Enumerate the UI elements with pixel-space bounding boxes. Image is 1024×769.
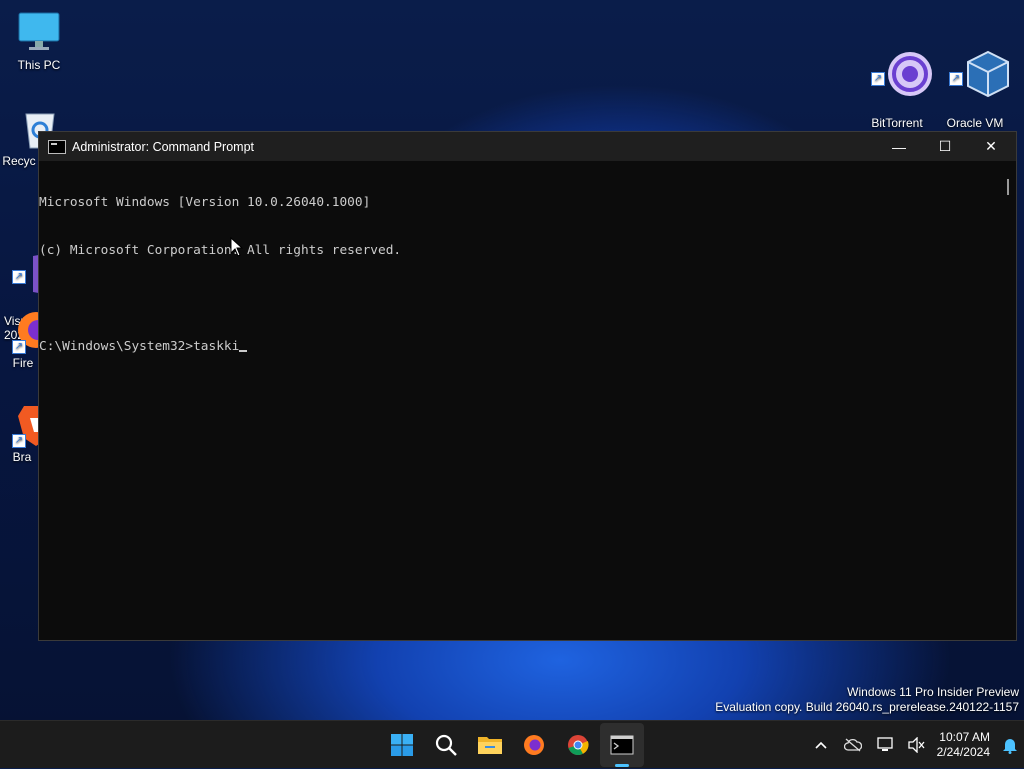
close-button[interactable]: ✕ — [968, 132, 1014, 161]
onedrive-button[interactable] — [837, 721, 869, 769]
desktop-icon-label: This PC — [17, 58, 61, 72]
shortcut-arrow-icon: ↗ — [12, 340, 26, 354]
vertical-scrollbar[interactable] — [1000, 161, 1016, 640]
firefox-icon — [524, 735, 544, 755]
firefox-taskbar-button[interactable] — [512, 723, 556, 767]
taskbar: 10:07 AM 2/24/2024 — [0, 720, 1024, 768]
file-explorer-button[interactable] — [468, 723, 512, 767]
console-line: (c) Microsoft Corporation. All rights re… — [39, 243, 402, 258]
command-prompt-taskbar-button[interactable] — [600, 723, 644, 767]
mouse-pointer-icon — [230, 237, 244, 257]
cmd-icon — [48, 139, 66, 154]
title-bar[interactable]: Administrator: Command Prompt — ☐ ✕ — [39, 132, 1016, 161]
volume-button[interactable] — [901, 721, 933, 769]
clock[interactable]: 10:07 AM 2/24/2024 — [933, 730, 996, 760]
minimize-button[interactable]: — — [876, 132, 922, 161]
folder-icon — [478, 737, 502, 754]
windows-logo-icon — [391, 734, 413, 756]
system-tray: 10:07 AM 2/24/2024 — [805, 721, 1024, 769]
shortcut-arrow-icon: ↗ — [949, 72, 963, 86]
desktop-icon-this-pc[interactable]: This PC — [0, 10, 79, 72]
virtualbox-icon: ↗ — [949, 36, 1010, 98]
console-prompt-line[interactable]: C:\Windows\System32>taskki — [39, 339, 1000, 355]
text-cursor — [239, 350, 248, 352]
notifications-button[interactable] — [996, 721, 1024, 769]
shortcut-arrow-icon: ↗ — [871, 72, 885, 86]
watermark-edition: Windows 11 Pro Insider Preview — [847, 685, 1019, 699]
console-input-text[interactable]: C:\Windows\System32>taskki — [39, 339, 239, 354]
network-button[interactable] — [869, 721, 901, 769]
clock-time: 10:07 AM — [939, 730, 990, 744]
network-icon — [876, 737, 893, 751]
chrome-taskbar-button[interactable] — [556, 723, 600, 767]
chrome-icon — [568, 735, 589, 756]
watermark-build: Evaluation copy. Build 26040.rs_prerelea… — [715, 700, 1019, 714]
shortcut-arrow-icon: ↗ — [12, 434, 26, 448]
shortcut-arrow-icon: ↗ — [12, 270, 26, 284]
clock-date: 2/24/2024 — [936, 745, 990, 759]
show-hidden-icons-button[interactable] — [805, 721, 837, 769]
evaluation-watermark: Windows 11 Pro Insider Preview Evaluatio… — [715, 685, 1019, 715]
terminal-icon — [610, 735, 634, 755]
maximize-button[interactable]: ☐ — [922, 132, 968, 161]
bittorrent-icon: ↗ — [871, 36, 933, 96]
console-line: Microsoft Windows [Version 10.0.26040.10… — [39, 195, 371, 210]
taskbar-apps — [380, 721, 644, 769]
cloud-icon — [843, 738, 862, 752]
search-icon — [435, 734, 457, 756]
bell-icon — [1003, 739, 1017, 754]
volume-muted-icon — [907, 737, 925, 753]
scrollbar-thumb[interactable] — [1007, 179, 1009, 195]
chevron-up-icon — [815, 741, 827, 749]
monitor-icon — [17, 10, 61, 54]
window-title: Administrator: Command Prompt — [72, 139, 255, 154]
start-button[interactable] — [380, 723, 424, 767]
search-button[interactable] — [424, 723, 468, 767]
console-output[interactable]: Microsoft Windows [Version 10.0.26040.10… — [39, 161, 1000, 640]
command-prompt-window[interactable]: Administrator: Command Prompt — ☐ ✕ Micr… — [38, 131, 1017, 641]
